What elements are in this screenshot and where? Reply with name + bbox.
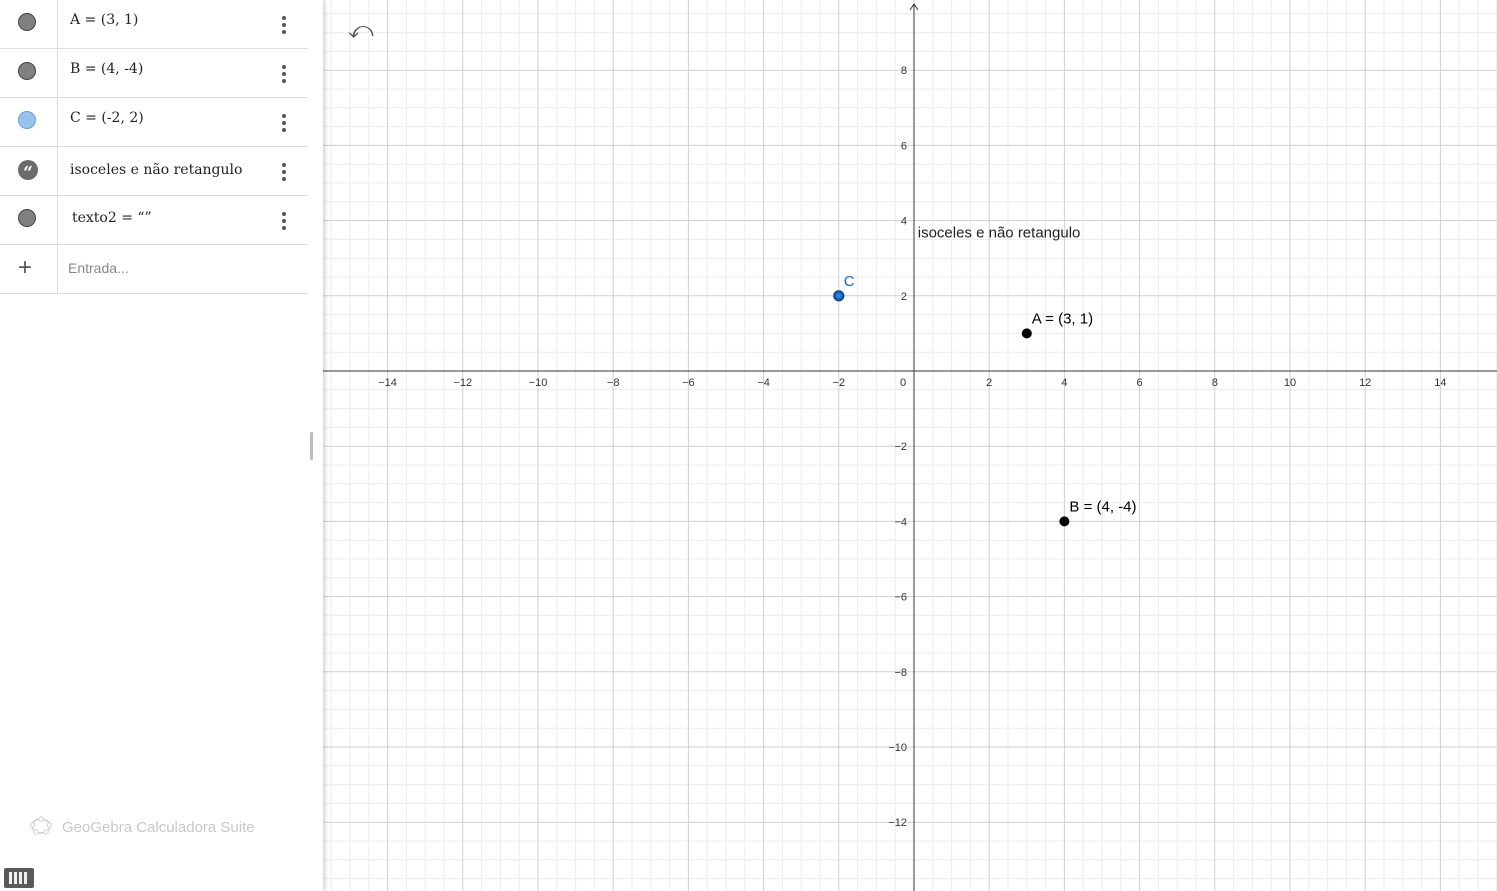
x-tick-label: 10	[1284, 377, 1296, 389]
y-tick-label: −4	[894, 516, 907, 528]
x-tick-label: 8	[1212, 377, 1218, 389]
graphics-view[interactable]: −14 −12 −10 −8 −6 −4 −2 0 2 4 6 8 10 12 14 8 6 4 2 −2 −4 −6 −8…	[323, 0, 1497, 891]
y-tick-label: 6	[901, 140, 907, 152]
y-tick-label: 4	[901, 216, 907, 228]
y-tick-label: 8	[901, 65, 907, 77]
point-a[interactable]	[1021, 328, 1032, 339]
y-tick-label: −2	[894, 441, 907, 453]
algebra-item-label: A = (3, 1)	[70, 12, 139, 28]
algebra-input[interactable]: Entrada...	[68, 260, 129, 276]
undo-icon[interactable]: ⤺	[348, 17, 374, 45]
visibility-toggle-b[interactable]	[18, 62, 36, 80]
x-tick-label: 14	[1434, 377, 1446, 389]
algebra-input-row[interactable]: + Entrada...	[0, 245, 308, 294]
plus-icon[interactable]: +	[18, 256, 32, 280]
x-tick-label: −10	[529, 377, 548, 389]
y-tick-label: −6	[894, 592, 907, 604]
point-label-a: A = (3, 1)	[1032, 310, 1093, 327]
x-tick-label: −2	[833, 377, 846, 389]
x-tick-label: −12	[453, 377, 472, 389]
algebra-row-c[interactable]: C = (-2, 2)	[0, 98, 308, 147]
algebra-item-label: isoceles e não retangulo	[70, 162, 243, 178]
x-tick-label: 0	[900, 377, 906, 389]
visibility-toggle-a[interactable]	[18, 13, 36, 31]
y-tick-label: −12	[888, 817, 907, 829]
x-tick-label: −14	[378, 377, 397, 389]
more-options-icon[interactable]	[277, 14, 291, 34]
visibility-toggle-c[interactable]	[18, 111, 36, 129]
x-tick-label: −4	[757, 377, 770, 389]
y-tick-label: −10	[888, 742, 907, 754]
y-tick-label: −8	[894, 667, 907, 679]
x-tick-label: −8	[607, 377, 620, 389]
more-options-icon[interactable]	[277, 63, 291, 83]
x-tick-label: −6	[682, 377, 695, 389]
more-options-icon[interactable]	[277, 112, 291, 132]
more-options-icon[interactable]	[277, 210, 291, 230]
x-tick-label: 6	[1137, 377, 1143, 389]
keyboard-icon[interactable]	[4, 868, 34, 888]
algebra-row-b[interactable]: B = (4, -4)	[0, 49, 308, 98]
algebra-item-label: texto2 = “”	[72, 210, 152, 226]
branding-text: GeoGebra Calculadora Suite	[62, 818, 255, 836]
algebra-row-texto2[interactable]: texto2 = “”	[0, 196, 308, 245]
point-b[interactable]	[1059, 516, 1070, 527]
branding: GeoGebra Calculadora Suite	[29, 816, 255, 840]
algebra-view: A = (3, 1) B = (4, -4) C = (-2, 2) “ iso…	[0, 0, 323, 891]
quote-icon[interactable]: “	[18, 160, 38, 183]
graphics-text-isoceles[interactable]: isoceles e não retangulo	[918, 225, 1081, 242]
x-tick-label: 4	[1061, 377, 1067, 389]
y-tick-label: 2	[901, 291, 907, 303]
algebra-item-label: C = (-2, 2)	[70, 110, 144, 126]
algebra-row-text1[interactable]: “ isoceles e não retangulo	[0, 147, 308, 196]
point-label-b: B = (4, -4)	[1069, 498, 1136, 515]
geogebra-logo-icon	[29, 816, 53, 840]
point-c-center	[836, 293, 841, 298]
x-tick-label: 12	[1359, 377, 1371, 389]
point-label-c: C	[844, 273, 855, 290]
algebra-item-label: B = (4, -4)	[70, 61, 144, 77]
more-options-icon[interactable]	[277, 161, 291, 181]
visibility-toggle-texto2[interactable]	[18, 209, 36, 227]
x-tick-label: 2	[986, 377, 992, 389]
resize-handle[interactable]	[310, 432, 313, 460]
algebra-row-a[interactable]: A = (3, 1)	[0, 0, 308, 49]
